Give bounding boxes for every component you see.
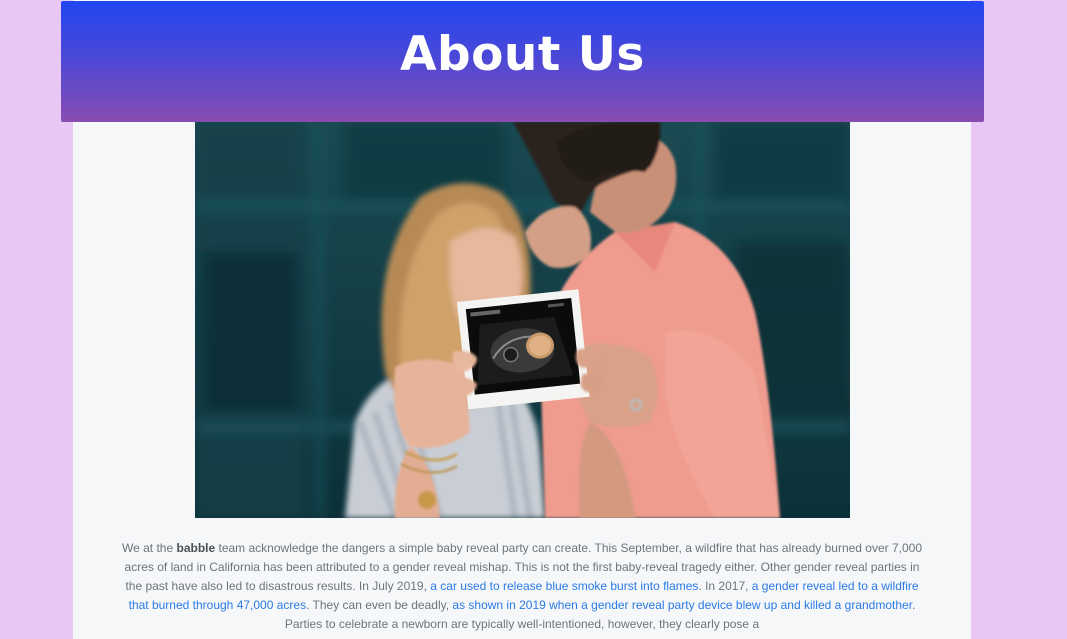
couple-ultrasound-photo [195,122,850,518]
grandmother-link[interactable]: as shown in 2019 when a gender reveal pa… [452,598,912,612]
about-intro-text: We at the [122,541,177,555]
about-text-2: . In 2017, [698,579,752,593]
header-banner: About Us [61,1,984,122]
car-fire-link[interactable]: a car used to release blue smoke burst i… [430,579,698,593]
about-paragraph: We at the babble team acknowledge the da… [122,539,922,634]
about-text-3: . They can even be deadly, [306,598,453,612]
brand-name: babble [176,541,216,555]
page-title: About Us [400,27,645,82]
hero-image [195,122,850,518]
